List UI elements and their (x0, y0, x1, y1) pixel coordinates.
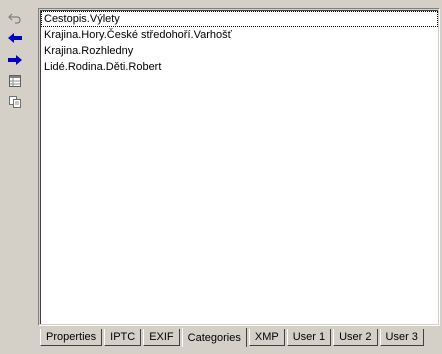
tab-properties[interactable]: Properties (40, 329, 103, 346)
forward-arrow-icon[interactable] (5, 51, 25, 69)
tab-iptc[interactable]: IPTC (104, 329, 142, 346)
list-item[interactable]: Lidé.Rodina.Děti.Robert (41, 59, 438, 75)
categories-list-frame: Cestopis.Výlety Krajina.Hory.České střed… (38, 8, 440, 326)
back-arrow-icon[interactable] (5, 29, 25, 47)
tab-bar: Properties IPTC EXIF Categories XMP User… (40, 328, 426, 351)
left-toolbar (0, 0, 36, 354)
list-item[interactable]: Cestopis.Výlety (41, 11, 438, 27)
categories-list[interactable]: Cestopis.Výlety Krajina.Hory.České střed… (40, 10, 438, 324)
tab-exif[interactable]: EXIF (143, 329, 180, 346)
copy-icon[interactable] (5, 93, 25, 111)
table-icon[interactable] (5, 72, 25, 90)
tab-user-1[interactable]: User 1 (286, 329, 332, 346)
tab-xmp[interactable]: XMP (248, 329, 285, 346)
list-item[interactable]: Krajina.Rozhledny (41, 43, 438, 59)
list-item[interactable]: Krajina.Hory.České středohoří.Varhošť (41, 27, 438, 43)
tab-categories[interactable]: Categories (181, 328, 247, 347)
tab-user-2[interactable]: User 2 (333, 329, 378, 346)
undo-icon[interactable] (5, 9, 25, 27)
tab-user-3[interactable]: User 3 (379, 329, 424, 346)
